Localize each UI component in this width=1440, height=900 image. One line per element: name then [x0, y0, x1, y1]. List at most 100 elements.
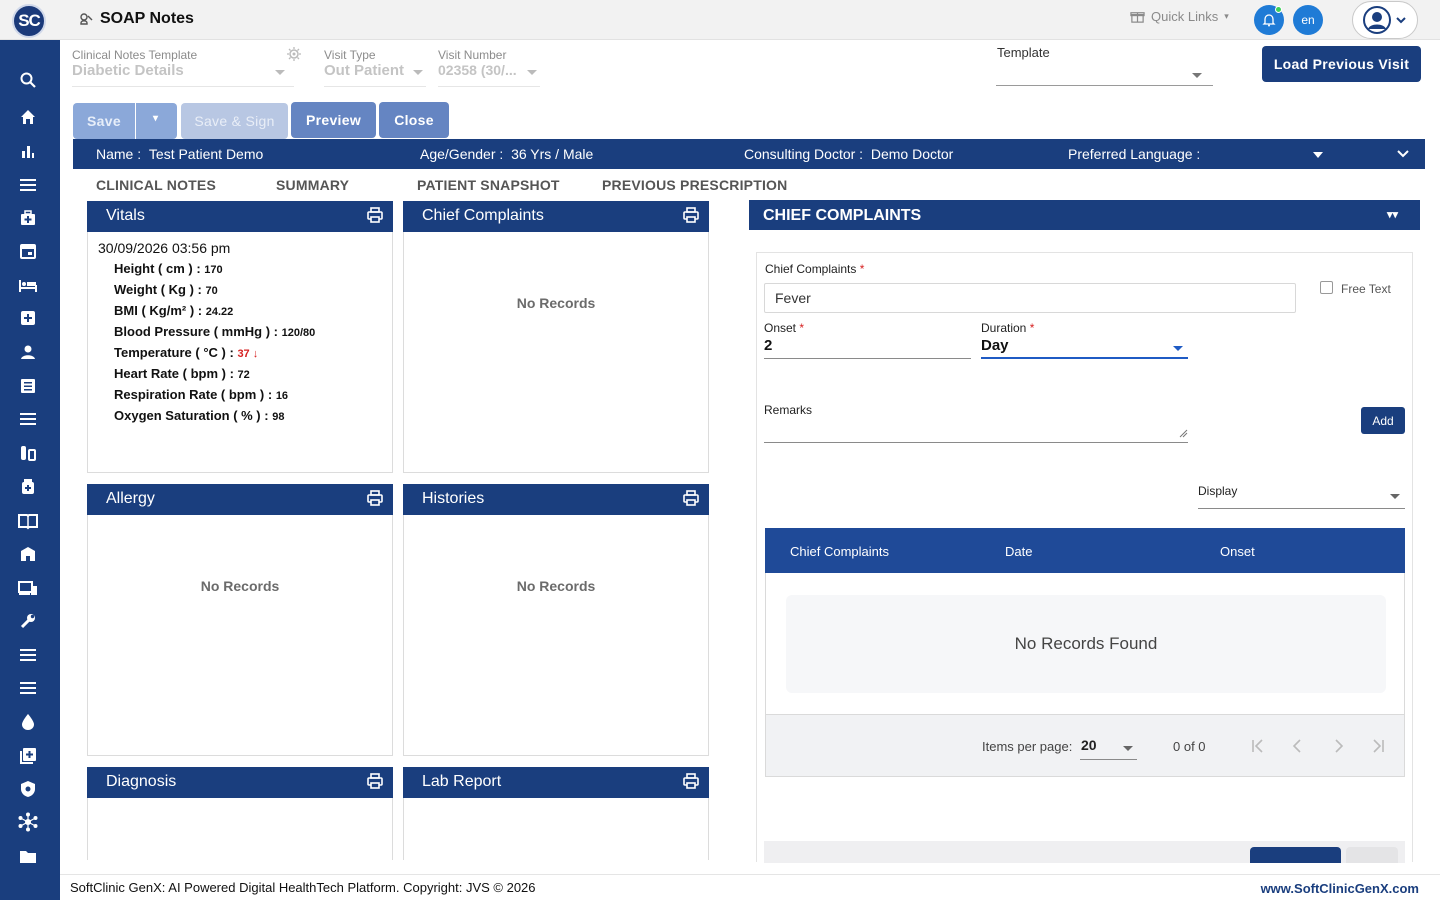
bed-icon[interactable]	[18, 275, 38, 295]
vital-row: Blood Pressure ( mmHg ) : 120/80	[114, 324, 316, 339]
chevron-down-icon[interactable]	[1396, 148, 1410, 160]
template-select[interactable]: Diabetic Details	[72, 62, 184, 79]
medicine-icon[interactable]	[18, 477, 38, 497]
gear-icon[interactable]	[287, 47, 301, 61]
menu-icon[interactable]	[18, 409, 38, 429]
paginator: Items per page: 20 0 of 0	[765, 715, 1405, 777]
items-per-page-select[interactable]: 20	[1081, 737, 1097, 753]
quick-links[interactable]: Quick Links ▾	[1130, 9, 1229, 24]
save-button[interactable]: Save ▾	[73, 103, 177, 139]
grid-header-cell[interactable]: Chief Complaints	[790, 544, 889, 559]
network-icon[interactable]	[18, 812, 38, 832]
chief-complaints-title: Chief Complaints	[422, 207, 544, 224]
app-logo[interactable]: SC	[12, 4, 46, 38]
histories-card: Histories No Records	[403, 484, 709, 756]
save-sign-button[interactable]: Save & Sign	[181, 103, 288, 139]
resize-handle-icon[interactable]	[1179, 429, 1188, 438]
wrench-icon[interactable]	[18, 611, 38, 631]
duration-select[interactable]: Day	[981, 337, 1009, 354]
chevron-down-icon	[275, 70, 285, 75]
vitals-date: 30/09/2026 03:56 pm	[98, 240, 231, 256]
grid-header-cell[interactable]: Date	[1005, 544, 1032, 559]
close-button[interactable]: Close	[379, 102, 449, 138]
form-action-button[interactable]	[1250, 847, 1341, 863]
notifications-button[interactable]	[1254, 5, 1284, 35]
visit-type-select[interactable]: Out Patient	[324, 62, 404, 79]
items-per-page-underline	[1080, 759, 1137, 760]
print-icon[interactable]	[367, 207, 383, 228]
footer-link[interactable]: www.SoftClinicGenX.com	[1261, 881, 1419, 896]
vital-row: Heart Rate ( bpm ) : 72	[114, 366, 250, 381]
building-icon[interactable]	[18, 544, 38, 564]
menu-icon[interactable]	[18, 175, 38, 195]
devices-icon[interactable]	[18, 578, 38, 598]
print-icon[interactable]	[367, 490, 383, 511]
histories-title: Histories	[422, 490, 485, 507]
diagnosis-title: Diagnosis	[106, 773, 177, 790]
chevron-down-icon	[1173, 346, 1183, 351]
tab-summary[interactable]: SUMMARY	[276, 177, 349, 193]
free-text-checkbox[interactable]	[1320, 281, 1333, 294]
medical-bag-icon[interactable]	[18, 208, 38, 228]
print-icon[interactable]	[683, 207, 699, 228]
book-icon[interactable]	[18, 511, 38, 531]
prev-page-icon[interactable]	[1290, 738, 1306, 754]
person-icon[interactable]	[18, 342, 38, 362]
shield-icon[interactable]	[18, 779, 38, 799]
add-button[interactable]: Add	[1361, 407, 1405, 434]
vital-row: Respiration Rate ( bpm ) : 16	[114, 387, 289, 402]
onset-input[interactable]: 2	[764, 337, 772, 354]
folder-icon[interactable]	[18, 847, 38, 867]
chevron-down-icon[interactable]: ▾▾	[1387, 208, 1398, 221]
print-icon[interactable]	[683, 490, 699, 511]
print-icon[interactable]	[683, 773, 699, 794]
consulting-doctor: Consulting Doctor : Demo Doctor	[744, 146, 954, 162]
first-page-icon[interactable]	[1250, 738, 1266, 754]
chevron-down-icon[interactable]: ▾	[153, 113, 158, 124]
next-page-icon[interactable]	[1330, 738, 1346, 754]
chevron-down-icon[interactable]	[1192, 73, 1202, 78]
calendar-icon[interactable]	[18, 241, 38, 261]
language-button[interactable]: en	[1293, 5, 1323, 35]
chevron-down-icon	[527, 70, 537, 75]
diagnosis-card-header: Diagnosis	[87, 767, 393, 798]
add-box-icon[interactable]	[18, 746, 38, 766]
chief-complaints-input[interactable]: Fever	[764, 283, 1296, 313]
print-icon[interactable]	[367, 773, 383, 794]
tab-patient-snapshot[interactable]: PATIENT SNAPSHOT	[417, 177, 560, 193]
allergy-title: Allergy	[106, 490, 155, 507]
search-icon[interactable]	[18, 70, 38, 90]
form-action-button-secondary[interactable]	[1346, 847, 1398, 863]
duration-label: Duration *	[981, 321, 1035, 335]
lab-icon[interactable]	[18, 443, 38, 463]
display-select[interactable]	[1198, 508, 1405, 509]
tab-previous-prescription[interactable]: PREVIOUS PRESCRIPTION	[602, 177, 787, 193]
page-range: 0 of 0	[1173, 739, 1206, 754]
template2-select[interactable]	[996, 85, 1213, 86]
last-page-icon[interactable]	[1370, 738, 1386, 754]
visit-number-select[interactable]: 02358 (30/...	[438, 62, 517, 78]
notification-dot	[1275, 6, 1282, 13]
grid-header-cell[interactable]: Onset	[1220, 544, 1255, 559]
user-menu[interactable]	[1352, 1, 1418, 39]
load-previous-visit-button[interactable]: Load Previous Visit	[1262, 46, 1421, 82]
plus-box-icon[interactable]	[18, 308, 38, 328]
patient-age-gender: Age/Gender : 36 Yrs / Male	[420, 146, 594, 162]
free-text-label: Free Text	[1341, 282, 1391, 296]
menu-icon[interactable]	[18, 678, 38, 698]
avatar-icon	[1363, 6, 1391, 34]
footer-copyright: SoftClinic GenX: AI Powered Digital Heal…	[70, 880, 536, 895]
home-icon[interactable]	[18, 107, 38, 127]
remarks-input[interactable]	[764, 442, 1188, 443]
bar-chart-icon[interactable]	[18, 141, 38, 161]
preferred-language-select[interactable]	[1313, 152, 1323, 158]
vitals-title: Vitals	[106, 207, 145, 224]
preview-button[interactable]: Preview	[291, 102, 376, 138]
list-doc-icon[interactable]	[18, 376, 38, 396]
drop-icon[interactable]	[18, 712, 38, 732]
menu-icon[interactable]	[18, 645, 38, 665]
tab-clinical-notes[interactable]: CLINICAL NOTES	[96, 177, 216, 193]
main-area: Clinical Notes Template Diabetic Details…	[60, 40, 1440, 863]
onset-label: Onset *	[764, 321, 805, 335]
vital-row: Temperature ( °C ) : 37 ↓	[114, 345, 259, 360]
